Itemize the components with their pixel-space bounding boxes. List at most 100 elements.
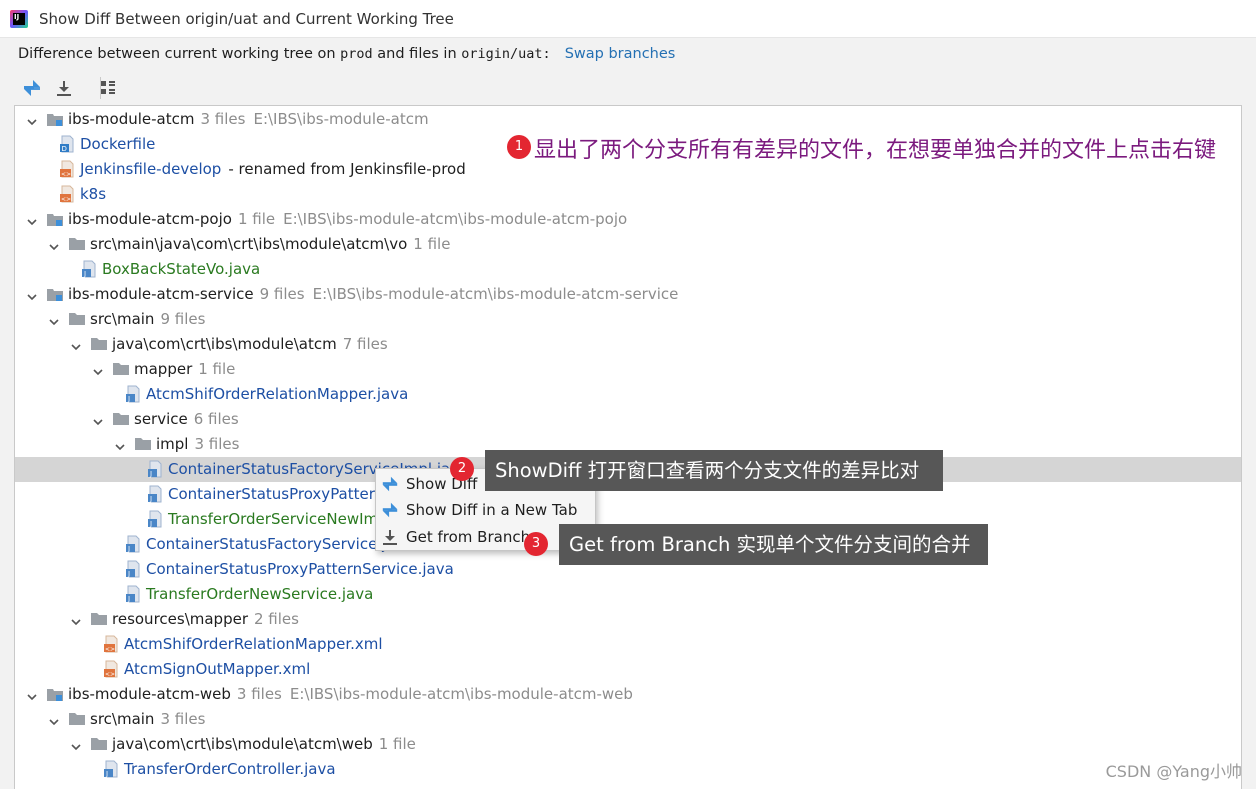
folder-icon (68, 310, 86, 328)
tree-item-name: AtcmShifOrderRelationMapper.xml (124, 635, 383, 653)
tree-item-name: TransferOrderNewService.java (146, 585, 374, 603)
show-diff-button[interactable] (20, 76, 44, 100)
tree-row-label: ContainerStatusProxyPatternService.java (146, 559, 454, 580)
tree-row-label: ibs-module-atcm-web 3 files E:\IBS\ibs-mod… (68, 684, 633, 705)
tree-module-row[interactable]: ibs-module-atcm-pojo 1 file E:\IBS\ibs-mod… (15, 207, 1241, 232)
tree-item-name: AtcmSignOutMapper.xml (124, 660, 311, 678)
tree-file-row[interactable]: J TransferOrderController.java (15, 757, 1241, 782)
tree-row-label: ibs-module-atcm 3 files E:\IBS\ibs-module-… (68, 109, 429, 130)
tree-folder-row[interactable]: resources\mapper 2 files (15, 607, 1241, 632)
tree-module-row[interactable]: ibs-module-atcm 3 files E:\IBS\ibs-module-… (15, 107, 1241, 132)
tree-item-count: 2 files (254, 610, 299, 628)
folder-icon (134, 435, 152, 453)
svg-text:J: J (127, 395, 130, 403)
tree-folder-row[interactable]: java\com\crt\ibs\module\atcm 7 files (15, 332, 1241, 357)
java-file-icon: J (146, 460, 164, 478)
xml-file-icon: <> (102, 635, 120, 653)
tree-item-name: impl (156, 435, 189, 453)
tree-file-row[interactable]: J TransferOrderNewService.java (15, 582, 1241, 607)
branch-b: origin/uat (461, 46, 543, 62)
chevron-down-icon[interactable] (48, 713, 60, 726)
chevron-down-icon[interactable] (114, 438, 126, 451)
chevron-down-icon[interactable] (48, 238, 60, 251)
tree-folder-row[interactable]: java\com\crt\ibs\module\atcm\web 1 file (15, 732, 1241, 757)
folder-icon (90, 610, 108, 628)
xml-file-icon: <> (102, 660, 120, 678)
tree-row-label: java\com\crt\ibs\module\atcm 7 files (112, 334, 388, 355)
toolbar (16, 74, 126, 102)
tree-item-name: ContainerStatusFactoryService.java (146, 535, 414, 553)
svg-text:J: J (149, 495, 152, 503)
tree-file-row[interactable]: <> k8s (15, 182, 1241, 207)
svg-text:J: J (83, 270, 86, 278)
tree-row-label: java\com\crt\ibs\module\atcm\web 1 file (112, 734, 416, 755)
tree-module-row[interactable]: ibs-module-atcm-web 3 files E:\IBS\ibs-mod… (15, 682, 1241, 707)
tree-row-label: impl 3 files (156, 434, 239, 455)
annotation-text-1: 显出了两个分支所有有差异的文件，在想要单独合并的文件上点击右键 (534, 138, 1217, 163)
svg-text:<>: <> (61, 171, 71, 178)
chevron-down-icon[interactable] (70, 613, 82, 626)
tree-module-row[interactable]: ibs-module-atcm-service 9 files E:\IBS\ibs… (15, 282, 1241, 307)
get-from-branch-button[interactable] (52, 76, 76, 100)
docker-file-icon: D (58, 135, 76, 153)
tree-row-label: mapper 1 file (134, 359, 235, 380)
tree-row-label: TransferOrderController.java (124, 759, 336, 780)
desc-suffix: : (542, 46, 551, 62)
diff-arrows-icon (382, 476, 398, 492)
diff-description: Difference between current working tree … (18, 46, 675, 62)
svg-text:J: J (127, 570, 130, 578)
chevron-down-icon[interactable] (26, 688, 38, 701)
tree-item-name: k8s (80, 185, 107, 203)
tree-item-path: E:\IBS\ibs-module-atcm\ibs-module-atcm-s… (312, 285, 679, 303)
chevron-down-icon[interactable] (92, 363, 104, 376)
window-title-bar: IJ Show Diff Between origin/uat and Curr… (0, 0, 1256, 38)
tree-item-name: ibs-module-atcm-service (68, 285, 254, 303)
tree-item-path: E:\IBS\ibs-module-atcm\ibs-module-atcm-w… (289, 685, 633, 703)
tree-file-row[interactable]: <> AtcmSignOutMapper.xml (15, 657, 1241, 682)
tree-item-name: service (134, 410, 188, 428)
tree-file-row[interactable]: J BoxBackStateVo.java (15, 257, 1241, 282)
tree-row-label: ibs-module-atcm-pojo 1 file E:\IBS\ibs-mod… (68, 209, 627, 230)
tree-folder-row[interactable]: src\main 9 files (15, 307, 1241, 332)
tree-item-count: 1 file (378, 735, 416, 753)
svg-text:J: J (105, 770, 108, 778)
tree-row-label: src\main 9 files (90, 309, 205, 330)
tree-item-name: src\main (90, 310, 155, 328)
tree-item-name: java\com\crt\ibs\module\atcm (112, 335, 337, 353)
svg-text:J: J (149, 470, 152, 478)
tree-row-label: BoxBackStateVo.java (102, 259, 260, 280)
chevron-down-icon[interactable] (92, 413, 104, 426)
app-icon-text: IJ (14, 13, 20, 21)
branch-a: prod (340, 46, 373, 62)
tree-folder-row[interactable]: src\main\java\com\crt\ibs\module\atcm\vo… (15, 232, 1241, 257)
chevron-down-icon[interactable] (26, 213, 38, 226)
tree-row-label: TransferOrderNewService.java (146, 584, 373, 605)
tree-folder-row[interactable]: mapper 1 file (15, 357, 1241, 382)
chevron-down-icon[interactable] (70, 738, 82, 751)
csdn-watermark: CSDN @Yang小帅 (1105, 762, 1242, 781)
tree-folder-row[interactable]: service 6 files (15, 407, 1241, 432)
menu-item-show-diff-new-tab[interactable]: Show Diff in a New Tab (376, 497, 595, 523)
svg-text:J: J (149, 520, 152, 528)
config-file-icon: <> (58, 185, 76, 203)
chevron-down-icon[interactable] (48, 313, 60, 326)
tree-item-count: 3 files (194, 435, 240, 453)
tree-item-count: 3 files (160, 710, 206, 728)
tree-folder-row[interactable]: src\main 3 files (15, 707, 1241, 732)
folder-icon (112, 410, 130, 428)
chevron-down-icon[interactable] (26, 288, 38, 301)
folder-icon (90, 735, 108, 753)
java-file-icon: J (124, 585, 142, 603)
svg-text:J: J (127, 595, 130, 603)
tree-file-row[interactable]: J AtcmShifOrderRelationMapper.java (15, 382, 1241, 407)
swap-branches-link[interactable]: Swap branches (565, 46, 676, 62)
chevron-down-icon[interactable] (26, 113, 38, 126)
tree-item-count: 3 files (236, 685, 282, 703)
tree-file-row[interactable]: <> AtcmShifOrderRelationMapper.xml (15, 632, 1241, 657)
tree-item-name: ibs-module-atcm-web (68, 685, 231, 703)
chevron-down-icon[interactable] (70, 338, 82, 351)
desc-prefix: Difference between current working tree … (18, 46, 341, 62)
tree-row-label: Dockerfile (80, 134, 155, 155)
group-by-button[interactable] (96, 76, 120, 100)
config-file-icon: <> (58, 160, 76, 178)
